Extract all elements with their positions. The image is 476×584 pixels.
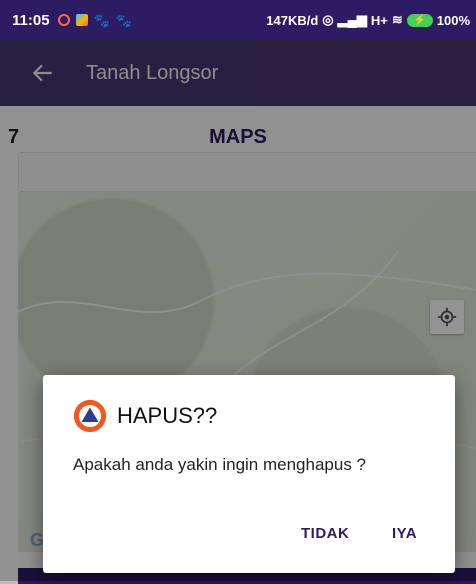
battery-percent: 100%	[436, 12, 470, 28]
delete-confirm-dialog: HAPUS?? Apakah anda yakin ingin menghapu…	[43, 375, 455, 573]
paw-notification-icon: 🐾	[93, 12, 110, 28]
bnpb-logo-icon	[73, 399, 107, 433]
network-speed: 147KB/d	[266, 12, 319, 28]
notification-icons: 🐾 🐾	[57, 12, 132, 28]
hotspot-icon: ◎	[322, 12, 334, 27]
status-bar: 11:05 🐾 🐾 147KB/d ◎ ▂▄▆ H+ ≋ ⚡ 100%	[0, 0, 476, 40]
dialog-title: HAPUS??	[117, 403, 218, 428]
confirm-button[interactable]: IYA	[392, 525, 417, 542]
dialog-message: Apakah anda yakin ingin menghapus ?	[73, 455, 366, 474]
paw-notification-icon-2: 🐾	[115, 12, 132, 28]
battery-icon: ⚡	[406, 13, 433, 27]
wifi-icon: ≋	[391, 12, 403, 27]
signal-icon: ▂▄▆	[337, 12, 367, 27]
dialog-header: HAPUS??	[73, 399, 217, 433]
status-time: 11:05	[12, 11, 50, 29]
gallery-notification-icon	[75, 14, 88, 26]
cancel-button[interactable]: TIDAK	[301, 525, 349, 542]
network-type: H+	[370, 12, 388, 28]
notification-app-icon	[57, 14, 70, 26]
status-right: 147KB/d ◎ ▂▄▆ H+ ≋ ⚡ 100%	[266, 12, 470, 28]
